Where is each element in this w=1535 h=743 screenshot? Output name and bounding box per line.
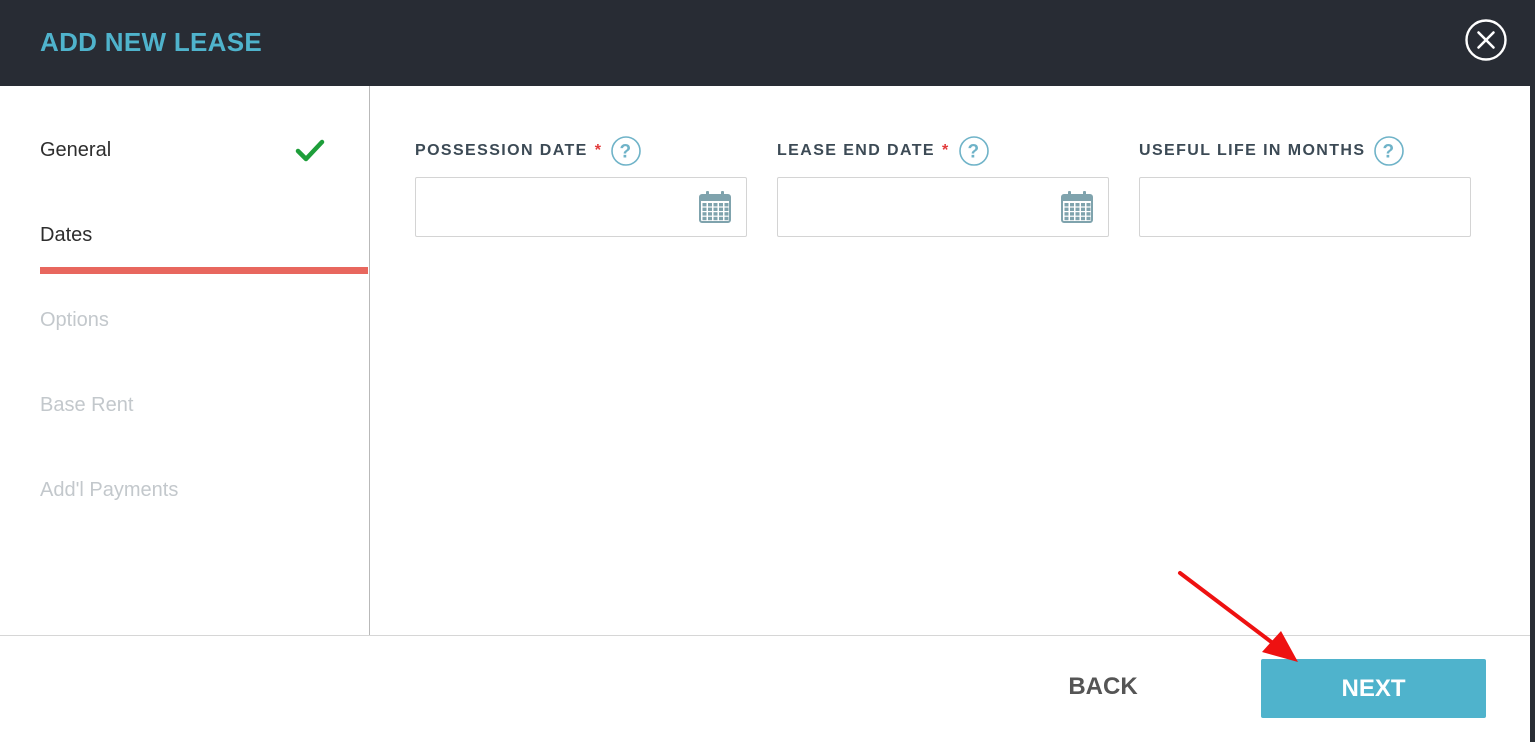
possession-date-input-wrapper bbox=[415, 177, 747, 237]
help-icon[interactable]: ? bbox=[611, 136, 642, 166]
modal-header: ADD NEW LEASE bbox=[0, 0, 1535, 86]
next-button[interactable]: NEXT bbox=[1261, 659, 1486, 718]
svg-text:?: ? bbox=[967, 142, 980, 163]
required-marker: * bbox=[941, 142, 950, 159]
modal-title: ADD NEW LEASE bbox=[40, 27, 263, 57]
wizard-steps-sidebar: General Dates Options Base Rent Add'l Pa… bbox=[0, 86, 370, 635]
background-edge bbox=[1530, 0, 1535, 742]
step-general[interactable]: General bbox=[40, 138, 111, 162]
calendar-icon[interactable] bbox=[1060, 190, 1094, 224]
modal-footer: BACK NEXT bbox=[0, 635, 1530, 743]
dates-form: POSSESSION DATE * ? LEASE END DATE * ? U… bbox=[370, 86, 1530, 635]
help-icon[interactable]: ? bbox=[1374, 136, 1405, 166]
back-button[interactable]: BACK bbox=[1040, 661, 1166, 713]
lease-end-date-input[interactable] bbox=[778, 178, 1072, 234]
checkmark-icon bbox=[295, 138, 325, 164]
svg-text:?: ? bbox=[620, 142, 633, 163]
possession-date-input[interactable] bbox=[416, 178, 710, 234]
step-base-rent[interactable]: Base Rent bbox=[40, 393, 133, 417]
useful-life-label: USEFUL LIFE IN MONTHS bbox=[1139, 142, 1366, 159]
close-icon[interactable] bbox=[1465, 19, 1507, 61]
step-options[interactable]: Options bbox=[40, 308, 109, 332]
step-addl-payments[interactable]: Add'l Payments bbox=[40, 478, 178, 502]
useful-life-input[interactable] bbox=[1140, 178, 1470, 234]
useful-life-input-wrapper bbox=[1139, 177, 1471, 237]
lease-end-date-label: LEASE END DATE bbox=[777, 142, 935, 159]
active-step-indicator bbox=[40, 267, 368, 274]
lease-end-date-input-wrapper bbox=[777, 177, 1109, 237]
useful-life-field: USEFUL LIFE IN MONTHS ? bbox=[1139, 134, 1471, 237]
lease-end-date-field: LEASE END DATE * ? bbox=[777, 134, 1109, 237]
add-lease-modal: ADD NEW LEASE General Dates Options Base… bbox=[0, 0, 1535, 743]
possession-date-label: POSSESSION DATE bbox=[415, 142, 588, 159]
required-marker: * bbox=[594, 142, 603, 159]
step-dates[interactable]: Dates bbox=[40, 223, 92, 247]
possession-date-field: POSSESSION DATE * ? bbox=[415, 134, 747, 237]
help-icon[interactable]: ? bbox=[958, 136, 989, 166]
calendar-icon[interactable] bbox=[698, 190, 732, 224]
svg-text:?: ? bbox=[1383, 142, 1396, 163]
